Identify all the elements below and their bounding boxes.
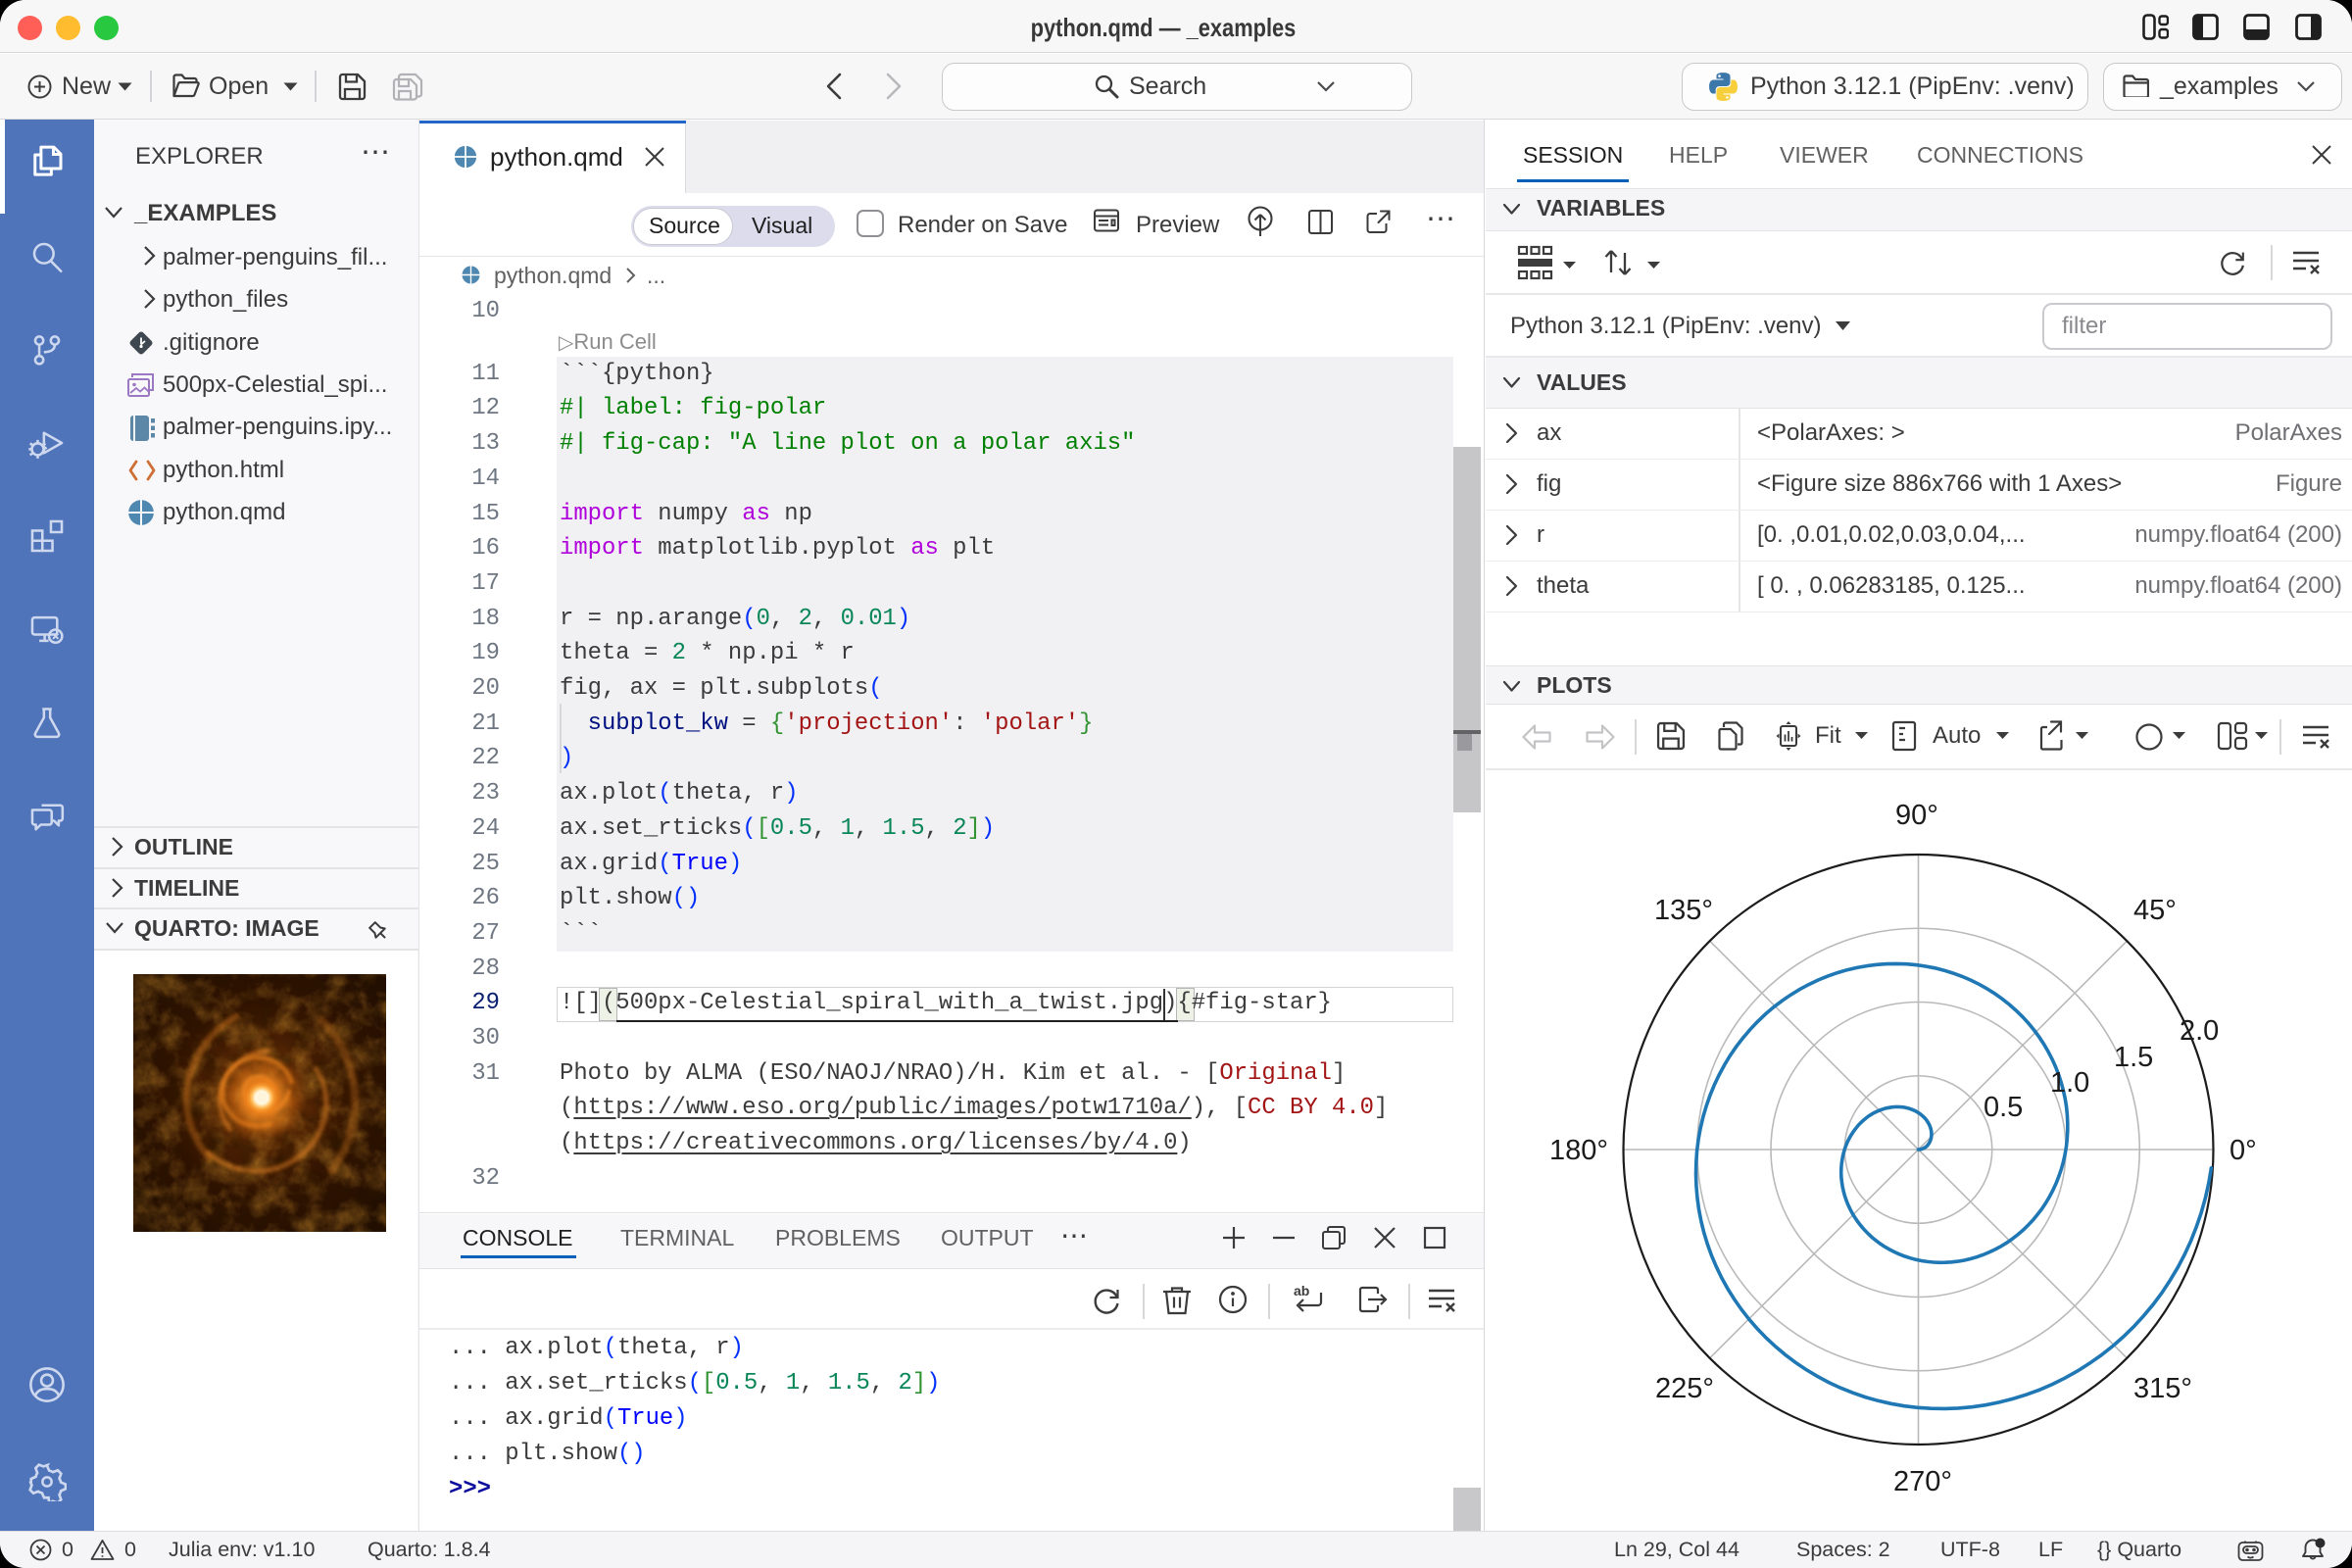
svg-text:135°: 135° xyxy=(1654,895,1713,926)
svg-text:225°: 225° xyxy=(1655,1373,1714,1404)
svg-text:90°: 90° xyxy=(1895,800,1938,831)
svg-text:1.0: 1.0 xyxy=(2050,1067,2089,1099)
svg-text:0°: 0° xyxy=(2230,1135,2257,1166)
svg-text:2.0: 2.0 xyxy=(2180,1015,2219,1047)
svg-text:0.5: 0.5 xyxy=(1984,1092,2023,1123)
svg-text:ab: ab xyxy=(1294,1285,1309,1298)
svg-text:315°: 315° xyxy=(2133,1373,2192,1404)
svg-text:45°: 45° xyxy=(2133,895,2177,926)
svg-text:180°: 180° xyxy=(1549,1135,1608,1166)
svg-text:1.5: 1.5 xyxy=(2114,1042,2153,1073)
svg-text:270°: 270° xyxy=(1893,1466,1952,1497)
